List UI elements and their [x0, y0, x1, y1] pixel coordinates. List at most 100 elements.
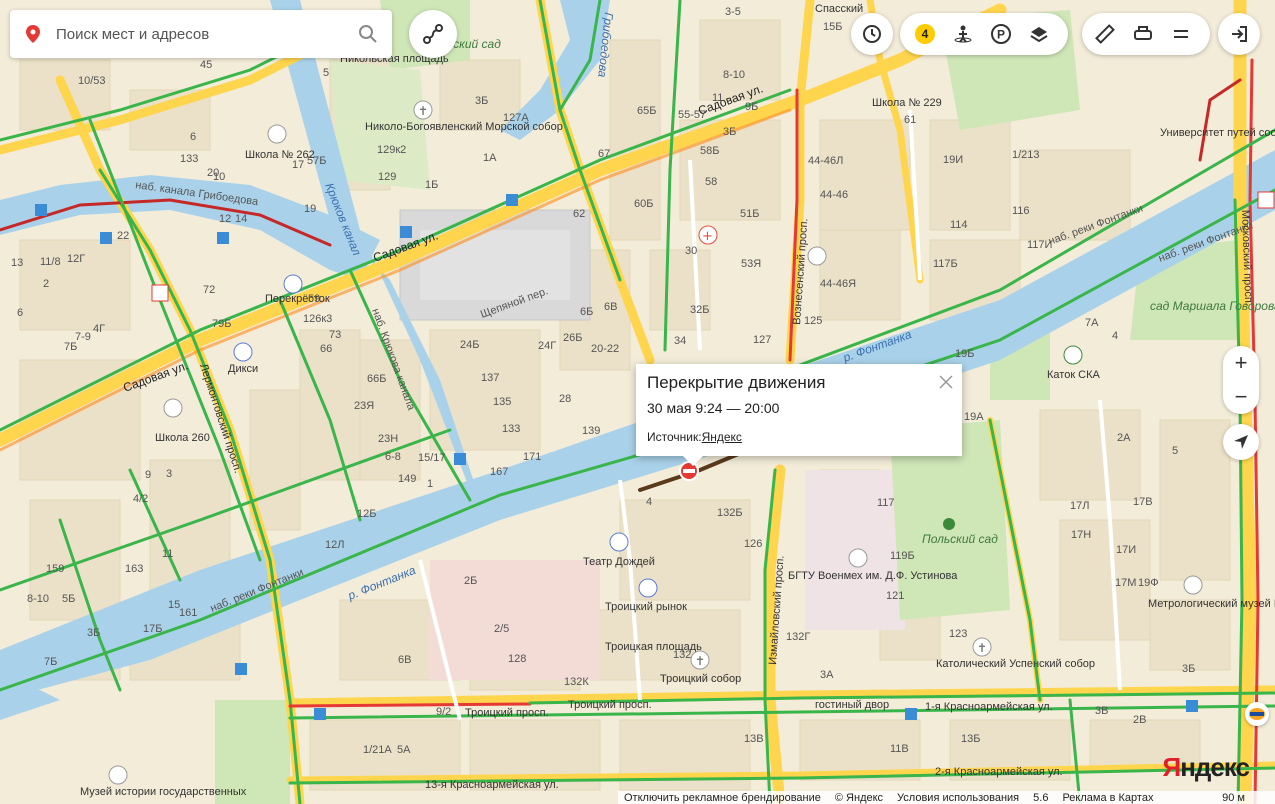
ruler-button[interactable] [1086, 15, 1124, 53]
footer-ads[interactable]: Реклама в Картах [1062, 792, 1153, 804]
yandex-logo[interactable]: Яндекс [1163, 752, 1250, 783]
menu-button[interactable] [1162, 15, 1200, 53]
house-number: 135 [493, 396, 511, 408]
house-number: 3Б [1182, 663, 1195, 675]
house-number: 128 [508, 653, 526, 665]
house-number: 1 [427, 478, 433, 490]
house-number: 1А [483, 152, 497, 164]
footer-terms[interactable]: Условия использования [897, 792, 1019, 804]
shop-icon [233, 342, 253, 362]
house-number: 4/2 [133, 493, 148, 505]
house-number: 1/21А [363, 744, 392, 756]
search-box[interactable] [10, 10, 392, 58]
house-number: 19А [964, 411, 984, 423]
navigation-arrow-icon [1234, 435, 1248, 449]
house-number: 13 [11, 257, 23, 269]
svg-text:P: P [997, 28, 1005, 42]
history-button[interactable] [851, 13, 893, 55]
house-number: 3Б [475, 95, 488, 107]
bus-stop-icon [400, 226, 412, 238]
popup-source-link[interactable]: Яндекс [702, 430, 742, 444]
parking-button[interactable]: P [982, 15, 1020, 53]
house-number: 19И [943, 154, 963, 166]
bus-stop-icon [100, 232, 112, 244]
house-number: 15Б [823, 21, 842, 33]
printer-icon [1134, 26, 1152, 40]
house-number: 2В [1133, 714, 1146, 726]
burger-king-logo-icon [1249, 708, 1265, 720]
house-number: 149 [398, 473, 416, 485]
login-button[interactable] [1218, 13, 1260, 55]
house-number: 11 [162, 548, 173, 560]
house-number: 11 [712, 92, 723, 104]
route-icon [423, 24, 443, 44]
bus-stop-icon [454, 453, 466, 465]
house-number: 23Н [378, 433, 398, 445]
search-input[interactable] [54, 24, 348, 44]
house-number: 117Б [933, 258, 958, 270]
house-number: 12 [219, 213, 231, 225]
svg-text:✝: ✝ [977, 641, 987, 655]
poi-school-260: Школа 260 [155, 432, 210, 444]
house-number: 117И [1027, 239, 1052, 251]
house-number: 133 [502, 423, 520, 435]
house-number: 2А [1117, 432, 1131, 444]
house-number: 11/8 [40, 256, 61, 268]
house-number: 12Г [67, 253, 85, 265]
traffic-button[interactable]: 4 [906, 15, 944, 53]
shop-icon [638, 578, 658, 598]
house-number: 5 [323, 67, 329, 79]
poi-nikolo-sobor: Николо-Богоявленский Морской собор [365, 121, 563, 133]
popup-time: 30 мая 9:24 — 20:00 [647, 400, 780, 416]
house-number: 26Б [563, 332, 582, 344]
house-number: 19Б [955, 348, 974, 360]
bus-stop-icon [1186, 700, 1198, 712]
footer-copyright[interactable]: © Яндекс [835, 792, 883, 804]
house-number: 126к3 [303, 313, 332, 325]
house-number: 53Я [741, 258, 761, 270]
house-number: 9/2 [436, 706, 451, 718]
house-number: 28 [559, 393, 571, 405]
school-icon [163, 398, 183, 418]
pedestrian-sign-icon [151, 284, 169, 302]
house-number: 62 [573, 208, 585, 220]
route-button[interactable] [409, 10, 457, 58]
house-number: 163 [125, 563, 143, 575]
panorama-button[interactable] [944, 15, 982, 53]
house-number: 20-22 [591, 343, 619, 355]
poi-spassky: Спасский [815, 3, 863, 15]
poi-rynok: Троицкий рынок [605, 601, 687, 613]
house-number: 123 [949, 628, 967, 640]
burger-king-ad-icon[interactable] [1245, 702, 1269, 726]
bus-stop-icon [235, 663, 247, 675]
house-number: 58 [705, 176, 717, 188]
house-number: 167 [490, 466, 508, 478]
house-number: 32Б [690, 304, 709, 316]
footer-version: 5.6 [1033, 791, 1049, 804]
bus-stop-icon [217, 232, 229, 244]
zoom-in-button[interactable]: + [1223, 346, 1259, 380]
house-number: 2 [43, 278, 49, 290]
ruler-icon [1095, 24, 1115, 44]
house-number: 119Б [890, 550, 915, 562]
house-number: 6 [190, 131, 196, 143]
house-number: 6 [17, 307, 23, 319]
poi-muzey: Музей истории государственных [80, 786, 247, 798]
print-button[interactable] [1124, 15, 1162, 53]
poi-dixi: Дикси [228, 363, 258, 375]
popup-tail [683, 456, 703, 466]
svg-text:+: + [702, 229, 713, 244]
zoom-out-button[interactable]: − [1223, 380, 1259, 414]
house-number: 55-57 [678, 109, 706, 121]
skating-icon [1063, 345, 1083, 365]
house-number: 3-5 [725, 6, 741, 18]
brand-part1: Я [1162, 752, 1182, 782]
footer-disable-branding[interactable]: Отключить рекламное брендирование [624, 792, 821, 804]
geolocation-button[interactable] [1223, 424, 1259, 460]
house-number: 1Б [425, 179, 438, 191]
layers-button[interactable] [1020, 15, 1058, 53]
close-icon[interactable] [938, 374, 954, 390]
house-number: 34 [674, 335, 686, 347]
search-icon[interactable] [358, 24, 378, 44]
house-number: 79Б [212, 318, 231, 330]
